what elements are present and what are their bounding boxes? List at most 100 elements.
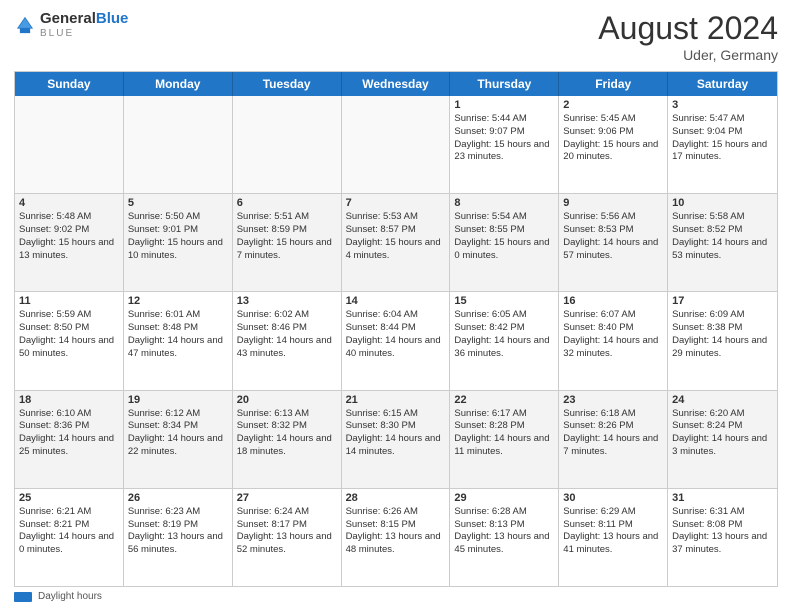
- sunrise-text: Sunrise: 6:02 AM: [237, 309, 337, 322]
- calendar-cell-31: 31Sunrise: 6:31 AMSunset: 8:08 PMDayligh…: [668, 489, 777, 586]
- page: GeneralBlue BLUE August 2024 Uder, Germa…: [0, 0, 792, 612]
- calendar-body: 1Sunrise: 5:44 AMSunset: 9:07 PMDaylight…: [15, 96, 777, 586]
- sunset-text: Sunset: 9:02 PM: [19, 224, 119, 237]
- sunset-text: Sunset: 8:30 PM: [346, 420, 446, 433]
- calendar-cell-28: 28Sunrise: 6:26 AMSunset: 8:15 PMDayligh…: [342, 489, 451, 586]
- calendar-cell-18: 18Sunrise: 6:10 AMSunset: 8:36 PMDayligh…: [15, 391, 124, 488]
- day-number: 2: [563, 99, 663, 111]
- day-number: 15: [454, 295, 554, 307]
- calendar-cell-24: 24Sunrise: 6:20 AMSunset: 8:24 PMDayligh…: [668, 391, 777, 488]
- sunrise-text: Sunrise: 5:51 AM: [237, 211, 337, 224]
- calendar-cell-15: 15Sunrise: 6:05 AMSunset: 8:42 PMDayligh…: [450, 292, 559, 389]
- sunset-text: Sunset: 8:24 PM: [672, 420, 773, 433]
- calendar-cell-6: 6Sunrise: 5:51 AMSunset: 8:59 PMDaylight…: [233, 194, 342, 291]
- header-day-monday: Monday: [124, 72, 233, 96]
- day-number: 1: [454, 99, 554, 111]
- sunrise-text: Sunrise: 5:59 AM: [19, 309, 119, 322]
- sunrise-text: Sunrise: 6:26 AM: [346, 506, 446, 519]
- daylight-text: Daylight: 15 hours and 23 minutes.: [454, 139, 554, 165]
- sunset-text: Sunset: 8:38 PM: [672, 322, 773, 335]
- sunset-text: Sunset: 8:50 PM: [19, 322, 119, 335]
- day-number: 27: [237, 492, 337, 504]
- calendar-row-0: 1Sunrise: 5:44 AMSunset: 9:07 PMDaylight…: [15, 96, 777, 194]
- logo-tagline: BLUE: [40, 28, 128, 39]
- daylight-text: Daylight: 14 hours and 22 minutes.: [128, 433, 228, 459]
- calendar: SundayMondayTuesdayWednesdayThursdayFrid…: [14, 71, 778, 587]
- daylight-text: Daylight: 14 hours and 36 minutes.: [454, 335, 554, 361]
- sunrise-text: Sunrise: 6:12 AM: [128, 408, 228, 421]
- sunset-text: Sunset: 8:52 PM: [672, 224, 773, 237]
- header-day-saturday: Saturday: [668, 72, 777, 96]
- sunrise-text: Sunrise: 5:48 AM: [19, 211, 119, 224]
- title-area: August 2024 Uder, Germany: [598, 10, 778, 63]
- sunrise-text: Sunrise: 6:04 AM: [346, 309, 446, 322]
- calendar-cell-20: 20Sunrise: 6:13 AMSunset: 8:32 PMDayligh…: [233, 391, 342, 488]
- daylight-text: Daylight: 14 hours and 3 minutes.: [672, 433, 773, 459]
- sunset-text: Sunset: 8:08 PM: [672, 519, 773, 532]
- calendar-cell-23: 23Sunrise: 6:18 AMSunset: 8:26 PMDayligh…: [559, 391, 668, 488]
- daylight-text: Daylight: 14 hours and 53 minutes.: [672, 237, 773, 263]
- header-day-wednesday: Wednesday: [342, 72, 451, 96]
- sunrise-text: Sunrise: 6:24 AM: [237, 506, 337, 519]
- daylight-text: Daylight: 15 hours and 4 minutes.: [346, 237, 446, 263]
- calendar-cell-8: 8Sunrise: 5:54 AMSunset: 8:55 PMDaylight…: [450, 194, 559, 291]
- sunset-text: Sunset: 8:55 PM: [454, 224, 554, 237]
- calendar-row-2: 11 Sunrise: 5:59 AMSunset: 8:50 PM Dayligh…: [15, 292, 777, 390]
- calendar-cell-13: 13Sunrise: 6:02 AMSunset: 8:46 PMDayligh…: [233, 292, 342, 389]
- day-number: 11: [19, 295, 119, 307]
- footer-note: Daylight hours: [14, 591, 778, 602]
- calendar-cell-27: 27Sunrise: 6:24 AMSunset: 8:17 PMDayligh…: [233, 489, 342, 586]
- daylight-text: Daylight: 15 hours and 10 minutes.: [128, 237, 228, 263]
- daylight-text: Daylight: 14 hours and 25 minutes.: [19, 433, 119, 459]
- sunrise-text: Sunrise: 5:47 AM: [672, 113, 773, 126]
- day-number: 6: [237, 197, 337, 209]
- day-number: 4: [19, 197, 119, 209]
- calendar-cell-empty: [124, 96, 233, 193]
- sunrise-text: Sunrise: 6:31 AM: [672, 506, 773, 519]
- sunset-text: Sunset: 9:01 PM: [128, 224, 228, 237]
- footer-bar-icon: [14, 592, 32, 602]
- day-number: 10: [672, 197, 773, 209]
- day-number: 20: [237, 394, 337, 406]
- calendar-cell-10: 10 Sunrise: 5:58 AMSunset: 8:52 PMDayligh…: [668, 194, 777, 291]
- daylight-text: Daylight: 14 hours and 7 minutes.: [563, 433, 663, 459]
- calendar-row-4: 25Sunrise: 6:21 AMSunset: 8:21 PMDayligh…: [15, 489, 777, 586]
- daylight-text: Daylight: 13 hours and 52 minutes.: [237, 531, 337, 557]
- sunrise-text: Sunrise: 5:44 AM: [454, 113, 554, 126]
- calendar-cell-4: 4 Sunrise: 5:48 AMSunset: 9:02 PMDaylight…: [15, 194, 124, 291]
- daylight-text: Daylight: 14 hours and 11 minutes.: [454, 433, 554, 459]
- day-number: 28: [346, 492, 446, 504]
- sunset-text: Sunset: 8:32 PM: [237, 420, 337, 433]
- logo-text: GeneralBlue BLUE: [40, 10, 128, 39]
- header-day-tuesday: Tuesday: [233, 72, 342, 96]
- day-number: 16: [563, 295, 663, 307]
- sunset-text: Sunset: 8:40 PM: [563, 322, 663, 335]
- calendar-cell-22: 22Sunrise: 6:17 AMSunset: 8:28 PMDayligh…: [450, 391, 559, 488]
- daylight-text: Daylight: 15 hours and 17 minutes.: [672, 139, 773, 165]
- sunrise-text: Sunrise: 6:28 AM: [454, 506, 554, 519]
- day-number: 14: [346, 295, 446, 307]
- calendar-cell-19: 19Sunrise: 6:12 AMSunset: 8:34 PMDayligh…: [124, 391, 233, 488]
- daylight-text: Daylight: 15 hours and 13 minutes.: [19, 237, 119, 263]
- day-number: 7: [346, 197, 446, 209]
- sunrise-text: Sunrise: 6:10 AM: [19, 408, 119, 421]
- sunset-text: Sunset: 8:53 PM: [563, 224, 663, 237]
- sunrise-text: Sunrise: 5:58 AM: [672, 211, 773, 224]
- sunset-text: Sunset: 8:42 PM: [454, 322, 554, 335]
- sunrise-text: Sunrise: 6:07 AM: [563, 309, 663, 322]
- calendar-header: SundayMondayTuesdayWednesdayThursdayFrid…: [15, 72, 777, 96]
- sunrise-text: Sunrise: 5:54 AM: [454, 211, 554, 224]
- sunrise-text: Sunrise: 6:09 AM: [672, 309, 773, 322]
- calendar-cell-12: 12Sunrise: 6:01 AMSunset: 8:48 PMDayligh…: [124, 292, 233, 389]
- sunset-text: Sunset: 8:28 PM: [454, 420, 554, 433]
- day-number: 31: [672, 492, 773, 504]
- logo-icon: [14, 14, 36, 36]
- header-day-thursday: Thursday: [450, 72, 559, 96]
- sunset-text: Sunset: 8:19 PM: [128, 519, 228, 532]
- daylight-text: Daylight: 14 hours and 29 minutes.: [672, 335, 773, 361]
- daylight-text: Daylight: 14 hours and 47 minutes.: [128, 335, 228, 361]
- daylight-text: Daylight: 15 hours and 0 minutes.: [454, 237, 554, 263]
- calendar-row-1: 4Sunrise: 5:48 AMSunset: 9:02 PMDaylight…: [15, 194, 777, 292]
- sunrise-text: Sunrise: 5:50 AM: [128, 211, 228, 224]
- month-title: August 2024: [598, 10, 778, 47]
